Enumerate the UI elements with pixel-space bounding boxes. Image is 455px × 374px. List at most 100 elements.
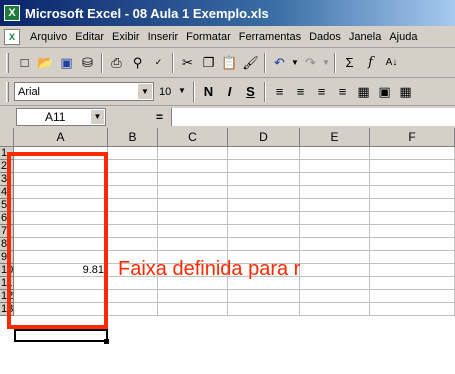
cell-e9[interactable]	[300, 251, 370, 264]
cell-f10[interactable]	[370, 264, 455, 277]
fill-handle[interactable]	[104, 339, 109, 344]
cell-b4[interactable]	[108, 186, 158, 199]
open-icon[interactable]: 📂	[35, 52, 56, 73]
align-center-icon[interactable]: ≡	[290, 81, 311, 102]
cell-d5[interactable]	[228, 199, 300, 212]
cell-e2[interactable]	[300, 160, 370, 173]
print-icon[interactable]: ⎙	[106, 52, 127, 73]
cell-d6[interactable]	[228, 212, 300, 225]
function-icon[interactable]: f	[360, 52, 381, 73]
menu-arquivo[interactable]: Arquivo	[26, 31, 71, 43]
undo-dropdown-icon[interactable]: ▼	[290, 52, 300, 73]
menu-exibir[interactable]: Exibir	[108, 31, 144, 43]
cell-d3[interactable]	[228, 173, 300, 186]
cell-b8[interactable]	[108, 238, 158, 251]
menu-dados[interactable]: Dados	[305, 31, 345, 43]
align-left-icon[interactable]: ≡	[269, 81, 290, 102]
cell-b1[interactable]	[108, 147, 158, 160]
cell-e7[interactable]	[300, 225, 370, 238]
menu-editar[interactable]: Editar	[71, 31, 108, 43]
underline-button[interactable]: S	[240, 81, 261, 102]
chevron-down-icon[interactable]: ▼	[138, 84, 152, 99]
align-right-icon[interactable]: ≡	[311, 81, 332, 102]
workbook-icon[interactable]: X	[4, 28, 20, 45]
cell-d1[interactable]	[228, 147, 300, 160]
active-cell-a11[interactable]	[14, 329, 108, 342]
cell-f7[interactable]	[370, 225, 455, 238]
cell-f13[interactable]	[370, 303, 455, 316]
cell-d4[interactable]	[228, 186, 300, 199]
cell-f11[interactable]	[370, 277, 455, 290]
chevron-down-icon[interactable]: ▼	[91, 110, 104, 124]
cell-b7[interactable]	[108, 225, 158, 238]
toolbar-grip[interactable]	[6, 81, 9, 102]
chevron-down-icon[interactable]: ▼	[175, 83, 189, 98]
cell-c13[interactable]	[158, 303, 228, 316]
cell-d8[interactable]	[228, 238, 300, 251]
cell-e11[interactable]	[300, 277, 370, 290]
cell-e1[interactable]	[300, 147, 370, 160]
cell-b2[interactable]	[108, 160, 158, 173]
menu-ajuda[interactable]: Ajuda	[385, 31, 421, 43]
cell-d12[interactable]	[228, 290, 300, 303]
cell-f3[interactable]	[370, 173, 455, 186]
cell-c7[interactable]	[158, 225, 228, 238]
formula-input[interactable]	[171, 108, 455, 126]
italic-button[interactable]: I	[219, 81, 240, 102]
cell-f4[interactable]	[370, 186, 455, 199]
cell-b12[interactable]	[108, 290, 158, 303]
save-icon[interactable]: ▣	[56, 52, 77, 73]
menu-formatar[interactable]: Formatar	[182, 31, 235, 43]
cell-c3[interactable]	[158, 173, 228, 186]
name-box[interactable]: A11 ▼	[16, 108, 106, 126]
format-painter-icon[interactable]: 🖌	[240, 52, 261, 73]
spelling-icon[interactable]: ✓	[148, 52, 169, 73]
redo-icon[interactable]: ↷	[300, 52, 321, 73]
cell-f2[interactable]	[370, 160, 455, 173]
cell-c1[interactable]	[158, 147, 228, 160]
autosum-icon[interactable]: Σ	[339, 52, 360, 73]
cell-d13[interactable]	[228, 303, 300, 316]
cell-c8[interactable]	[158, 238, 228, 251]
font-name-select[interactable]: Arial ▼	[14, 82, 154, 101]
cell-f8[interactable]	[370, 238, 455, 251]
cell-f6[interactable]	[370, 212, 455, 225]
menu-ferramentas[interactable]: Ferramentas	[235, 31, 305, 43]
cell-e8[interactable]	[300, 238, 370, 251]
cell-c6[interactable]	[158, 212, 228, 225]
print-preview-icon[interactable]: ⚲	[127, 52, 148, 73]
cell-f9[interactable]	[370, 251, 455, 264]
justify-icon[interactable]: ≡	[332, 81, 353, 102]
cell-e13[interactable]	[300, 303, 370, 316]
cut-icon[interactable]: ✂	[177, 52, 198, 73]
cell-f12[interactable]	[370, 290, 455, 303]
cell-b3[interactable]	[108, 173, 158, 186]
borders-icon[interactable]: ▣	[374, 81, 395, 102]
cell-e6[interactable]	[300, 212, 370, 225]
cell-b5[interactable]	[108, 199, 158, 212]
fill-color-icon[interactable]: ▦	[395, 81, 416, 102]
cell-d2[interactable]	[228, 160, 300, 173]
toolbar-grip[interactable]	[6, 52, 9, 73]
menu-janela[interactable]: Janela	[345, 31, 385, 43]
cell-e10[interactable]	[300, 264, 370, 277]
cell-c12[interactable]	[158, 290, 228, 303]
menu-inserir[interactable]: Inserir	[144, 31, 183, 43]
cell-e3[interactable]	[300, 173, 370, 186]
paste-icon[interactable]: 📋	[219, 52, 240, 73]
formula-equals-icon[interactable]: =	[156, 110, 163, 124]
copy-icon[interactable]: ❐	[198, 52, 219, 73]
permission-icon[interactable]: ⛁	[77, 52, 98, 73]
cell-e4[interactable]	[300, 186, 370, 199]
bold-button[interactable]: N	[198, 81, 219, 102]
redo-dropdown-icon[interactable]: ▼	[321, 52, 331, 73]
cell-b6[interactable]	[108, 212, 158, 225]
sort-ascending-icon[interactable]: A↓	[381, 52, 402, 73]
merge-center-icon[interactable]: ▦	[353, 81, 374, 102]
cell-c4[interactable]	[158, 186, 228, 199]
font-size-select[interactable]: 10 ▼	[156, 82, 190, 101]
cell-e5[interactable]	[300, 199, 370, 212]
cell-f5[interactable]	[370, 199, 455, 212]
cell-c2[interactable]	[158, 160, 228, 173]
new-icon[interactable]: □	[14, 52, 35, 73]
